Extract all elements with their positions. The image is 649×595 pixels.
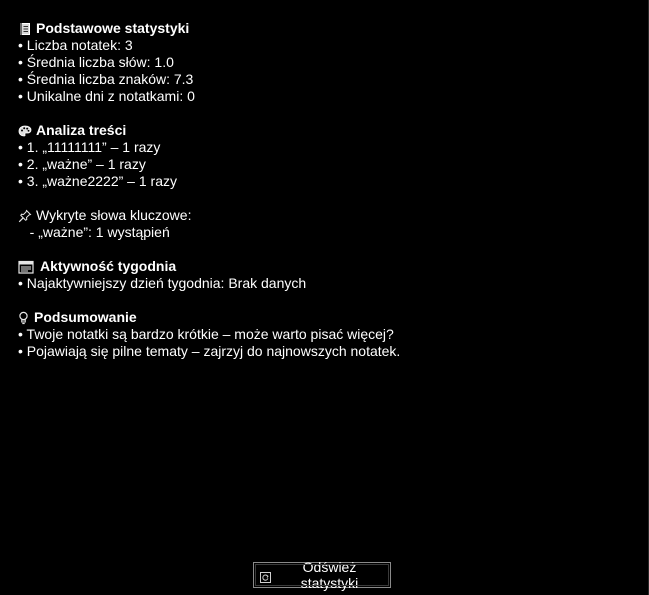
stat-unique-days: • Unikalne dni z notatkami: 0	[18, 88, 195, 104]
basic-stats-section: Podstawowe statystyki • Liczba notatek: …	[18, 20, 638, 105]
refresh-stats-button[interactable]: Odśwież statystyki	[253, 559, 391, 591]
weekly-activity-header: Aktywność tygodnia	[18, 258, 638, 275]
summary-title: Podsumowanie	[34, 309, 137, 325]
stat-avg-words: • Średnia liczba słów: 1.0	[18, 54, 174, 70]
weekly-activity-section: Aktywność tygodnia • Najaktywniejszy dzi…	[18, 258, 638, 292]
notebook-icon	[18, 22, 32, 36]
calendar-icon	[18, 260, 36, 274]
lightbulb-icon	[18, 311, 30, 325]
basic-stats-title: Podstawowe statystyki	[36, 20, 190, 36]
pushpin-icon	[18, 209, 32, 223]
statistics-panel: Podstawowe statystyki • Liczba notatek: …	[0, 0, 649, 595]
palette-icon	[18, 124, 32, 138]
summary-section: Podsumowanie • Twoje notatki są bardzo k…	[18, 309, 638, 360]
summary-tip-1: • Twoje notatki są bardzo krótkie – może…	[18, 326, 394, 342]
refresh-icon	[260, 570, 271, 583]
top-word-1: • 1. „11111111” – 1 razy	[18, 139, 161, 155]
keywords-section: Wykryte słowa kluczowe: - „ważne”: 1 wys…	[18, 207, 638, 241]
keywords-header: Wykryte słowa kluczowe:	[18, 207, 638, 224]
summary-tip-2: • Pojawiają się pilne tematy – zajrzyj d…	[18, 343, 401, 359]
summary-header: Podsumowanie	[18, 309, 638, 326]
most-active-day: • Najaktywniejszy dzień tygodnia: Brak d…	[18, 275, 307, 291]
content-analysis-section: Analiza treści • 1. „11111111” – 1 razy …	[18, 122, 638, 190]
keywords-title: Wykryte słowa kluczowe:	[36, 207, 192, 223]
content-analysis-title: Analiza treści	[36, 122, 127, 138]
top-word-2: • 2. „ważne” – 1 razy	[18, 156, 146, 172]
stat-notes-count: • Liczba notatek: 3	[18, 37, 133, 53]
refresh-stats-label: Odśwież statystyki	[300, 559, 359, 591]
top-word-3: • 3. „ważne2222” – 1 razy	[18, 173, 177, 189]
weekly-activity-title: Aktywność tygodnia	[40, 258, 177, 274]
keyword-entry: - „ważne”: 1 wystąpień	[18, 224, 170, 240]
stat-avg-chars: • Średnia liczba znaków: 7.3	[18, 71, 194, 87]
statistics-content: Podstawowe statystyki • Liczba notatek: …	[18, 20, 638, 360]
content-analysis-header: Analiza treści	[18, 122, 638, 139]
basic-stats-header: Podstawowe statystyki	[18, 20, 638, 37]
